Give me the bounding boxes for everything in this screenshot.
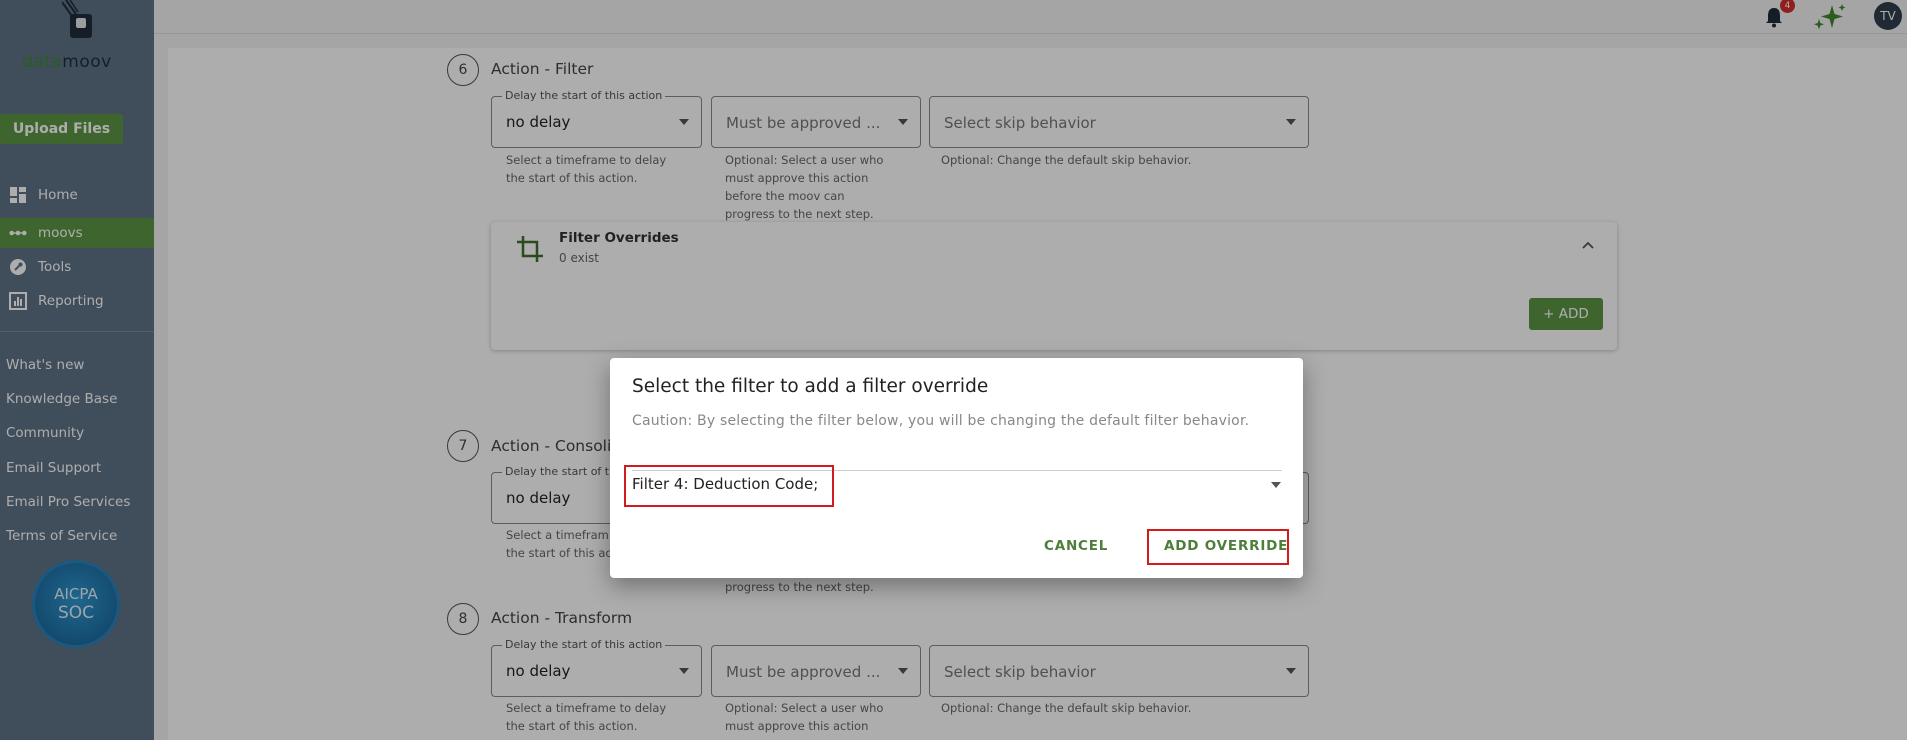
dialog-title: Select the filter to add a filter overri… <box>632 376 989 397</box>
add-override-button[interactable]: ADD OVERRIDE <box>1164 538 1288 554</box>
filter-select-value[interactable]: Filter 4: Deduction Code; <box>632 475 818 493</box>
dialog-caution-text: Caution: By selecting the filter below, … <box>632 413 1250 429</box>
chevron-down-icon[interactable] <box>1271 482 1281 488</box>
filter-override-dialog: Select the filter to add a filter overri… <box>610 358 1303 578</box>
cancel-button[interactable]: CANCEL <box>1044 538 1108 554</box>
